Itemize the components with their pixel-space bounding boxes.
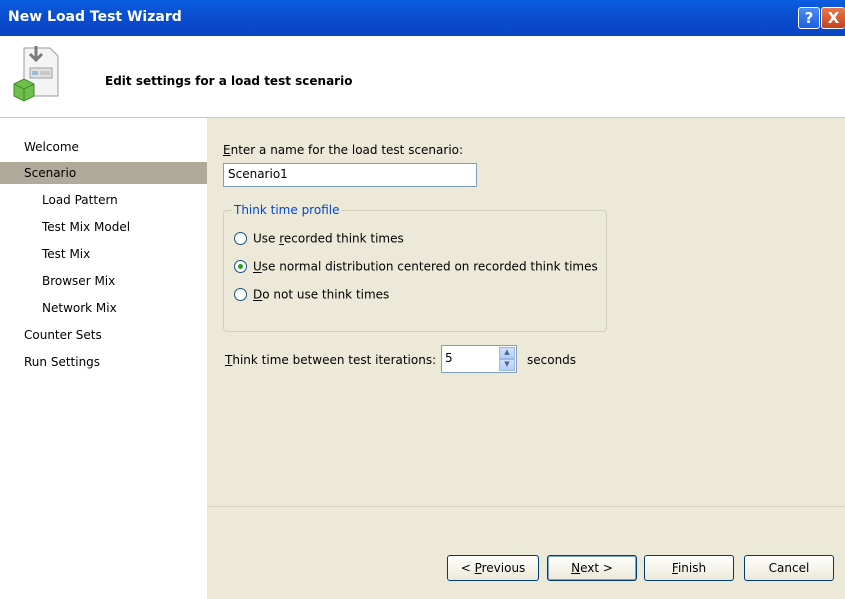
nav-item-load-pattern[interactable]: Load Pattern: [0, 189, 207, 211]
nav-item-counter-sets[interactable]: Counter Sets: [0, 324, 207, 346]
iteration-think-time-stepper[interactable]: 5 ▲ ▼: [441, 345, 517, 373]
page-title: Edit settings for a load test scenario: [105, 74, 353, 88]
next-button[interactable]: Next >: [547, 555, 637, 581]
radio-normal-distribution[interactable]: Use normal distribution centered on reco…: [234, 259, 598, 277]
close-button[interactable]: X: [821, 7, 845, 29]
seconds-unit-label: seconds: [527, 353, 577, 367]
scenario-name-label: Enter a name for the load test scenario:: [223, 143, 464, 157]
nav-item-welcome[interactable]: Welcome: [0, 136, 207, 158]
radio-no-think-times[interactable]: Do not use think times: [234, 287, 389, 305]
title-bar[interactable]: New Load Test Wizard ? X: [0, 0, 845, 36]
scenario-panel: Enter a name for the load test scenario:…: [207, 118, 845, 599]
wizard-window: New Load Test Wizard ? X Edit settings f…: [0, 0, 845, 599]
nav-item-scenario[interactable]: Scenario: [0, 162, 207, 184]
nav-item-test-mix[interactable]: Test Mix: [0, 243, 207, 265]
think-time-profile-group: Think time profile Use recorded think ti…: [223, 203, 607, 332]
stepper-buttons[interactable]: ▲ ▼: [499, 347, 515, 371]
scenario-name-input[interactable]: Scenario1: [223, 163, 477, 187]
stepper-value[interactable]: 5: [445, 351, 453, 365]
footer-divider: [207, 506, 845, 507]
radio-button-icon[interactable]: [234, 288, 247, 301]
previous-button[interactable]: < Previous: [447, 555, 539, 581]
spin-up-icon[interactable]: ▲: [499, 347, 515, 359]
radio-label: Do not use think times: [253, 287, 390, 302]
wizard-nav: Welcome Scenario Load Pattern Test Mix M…: [0, 118, 207, 599]
think-time-profile-title: Think time profile: [232, 203, 342, 217]
nav-item-test-mix-model[interactable]: Test Mix Model: [0, 216, 207, 238]
radio-button-icon[interactable]: [234, 232, 247, 245]
finish-button[interactable]: Finish: [644, 555, 734, 581]
radio-recorded-think-times[interactable]: Use recorded think times: [234, 231, 404, 249]
spin-down-icon[interactable]: ▼: [499, 359, 515, 371]
iteration-think-time-label: Think time between test iterations:: [225, 353, 437, 367]
radio-button-checked-icon[interactable]: [234, 260, 247, 273]
cancel-button[interactable]: Cancel: [744, 555, 834, 581]
nav-item-network-mix[interactable]: Network Mix: [0, 297, 207, 319]
nav-item-browser-mix[interactable]: Browser Mix: [0, 270, 207, 292]
help-button[interactable]: ?: [798, 7, 820, 29]
radio-label: Use normal distribution centered on reco…: [253, 259, 598, 274]
nav-item-run-settings[interactable]: Run Settings: [0, 351, 207, 373]
wizard-document-icon: [13, 46, 59, 102]
window-title: New Load Test Wizard: [8, 9, 182, 25]
wizard-header: Edit settings for a load test scenario: [0, 36, 845, 118]
radio-label: Use recorded think times: [253, 231, 404, 246]
